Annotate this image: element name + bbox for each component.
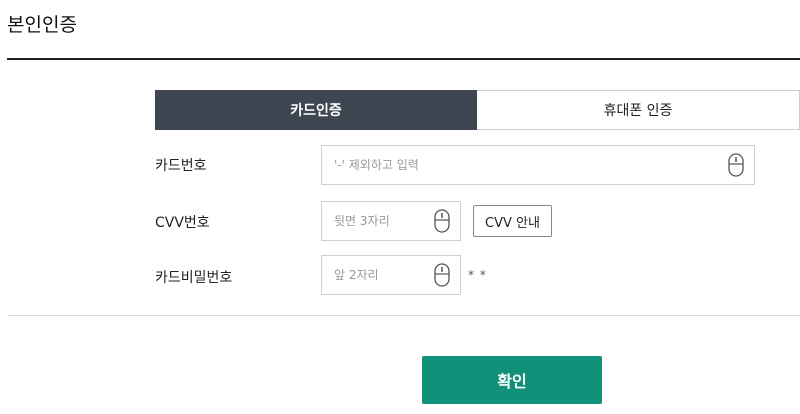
page-title: 본인인증: [7, 14, 77, 36]
title-divider: [7, 58, 800, 60]
form-divider: [7, 315, 800, 316]
card-password-field: [321, 255, 461, 295]
card-password-label: 카드비밀번호: [155, 270, 233, 286]
tab-phone-auth[interactable]: 휴대폰 인증: [477, 90, 800, 130]
confirm-button[interactable]: 확인: [422, 356, 602, 404]
cvv-field: [321, 201, 461, 241]
mouse-icon[interactable]: [434, 209, 450, 233]
mouse-icon[interactable]: [434, 263, 450, 287]
mouse-icon[interactable]: [728, 153, 744, 177]
cvv-input[interactable]: [334, 214, 434, 228]
tab-card-auth[interactable]: 카드인증: [155, 90, 477, 130]
cvv-guide-button[interactable]: CVV 안내: [473, 205, 552, 237]
card-number-field: [321, 145, 755, 185]
card-number-input[interactable]: [334, 158, 728, 172]
auth-method-tabs: 카드인증 휴대폰 인증: [155, 90, 800, 130]
password-mask-suffix: * *: [468, 268, 487, 282]
cvv-label: CVV번호: [155, 215, 210, 231]
card-password-input[interactable]: [334, 268, 434, 282]
card-number-label: 카드번호: [155, 158, 207, 174]
